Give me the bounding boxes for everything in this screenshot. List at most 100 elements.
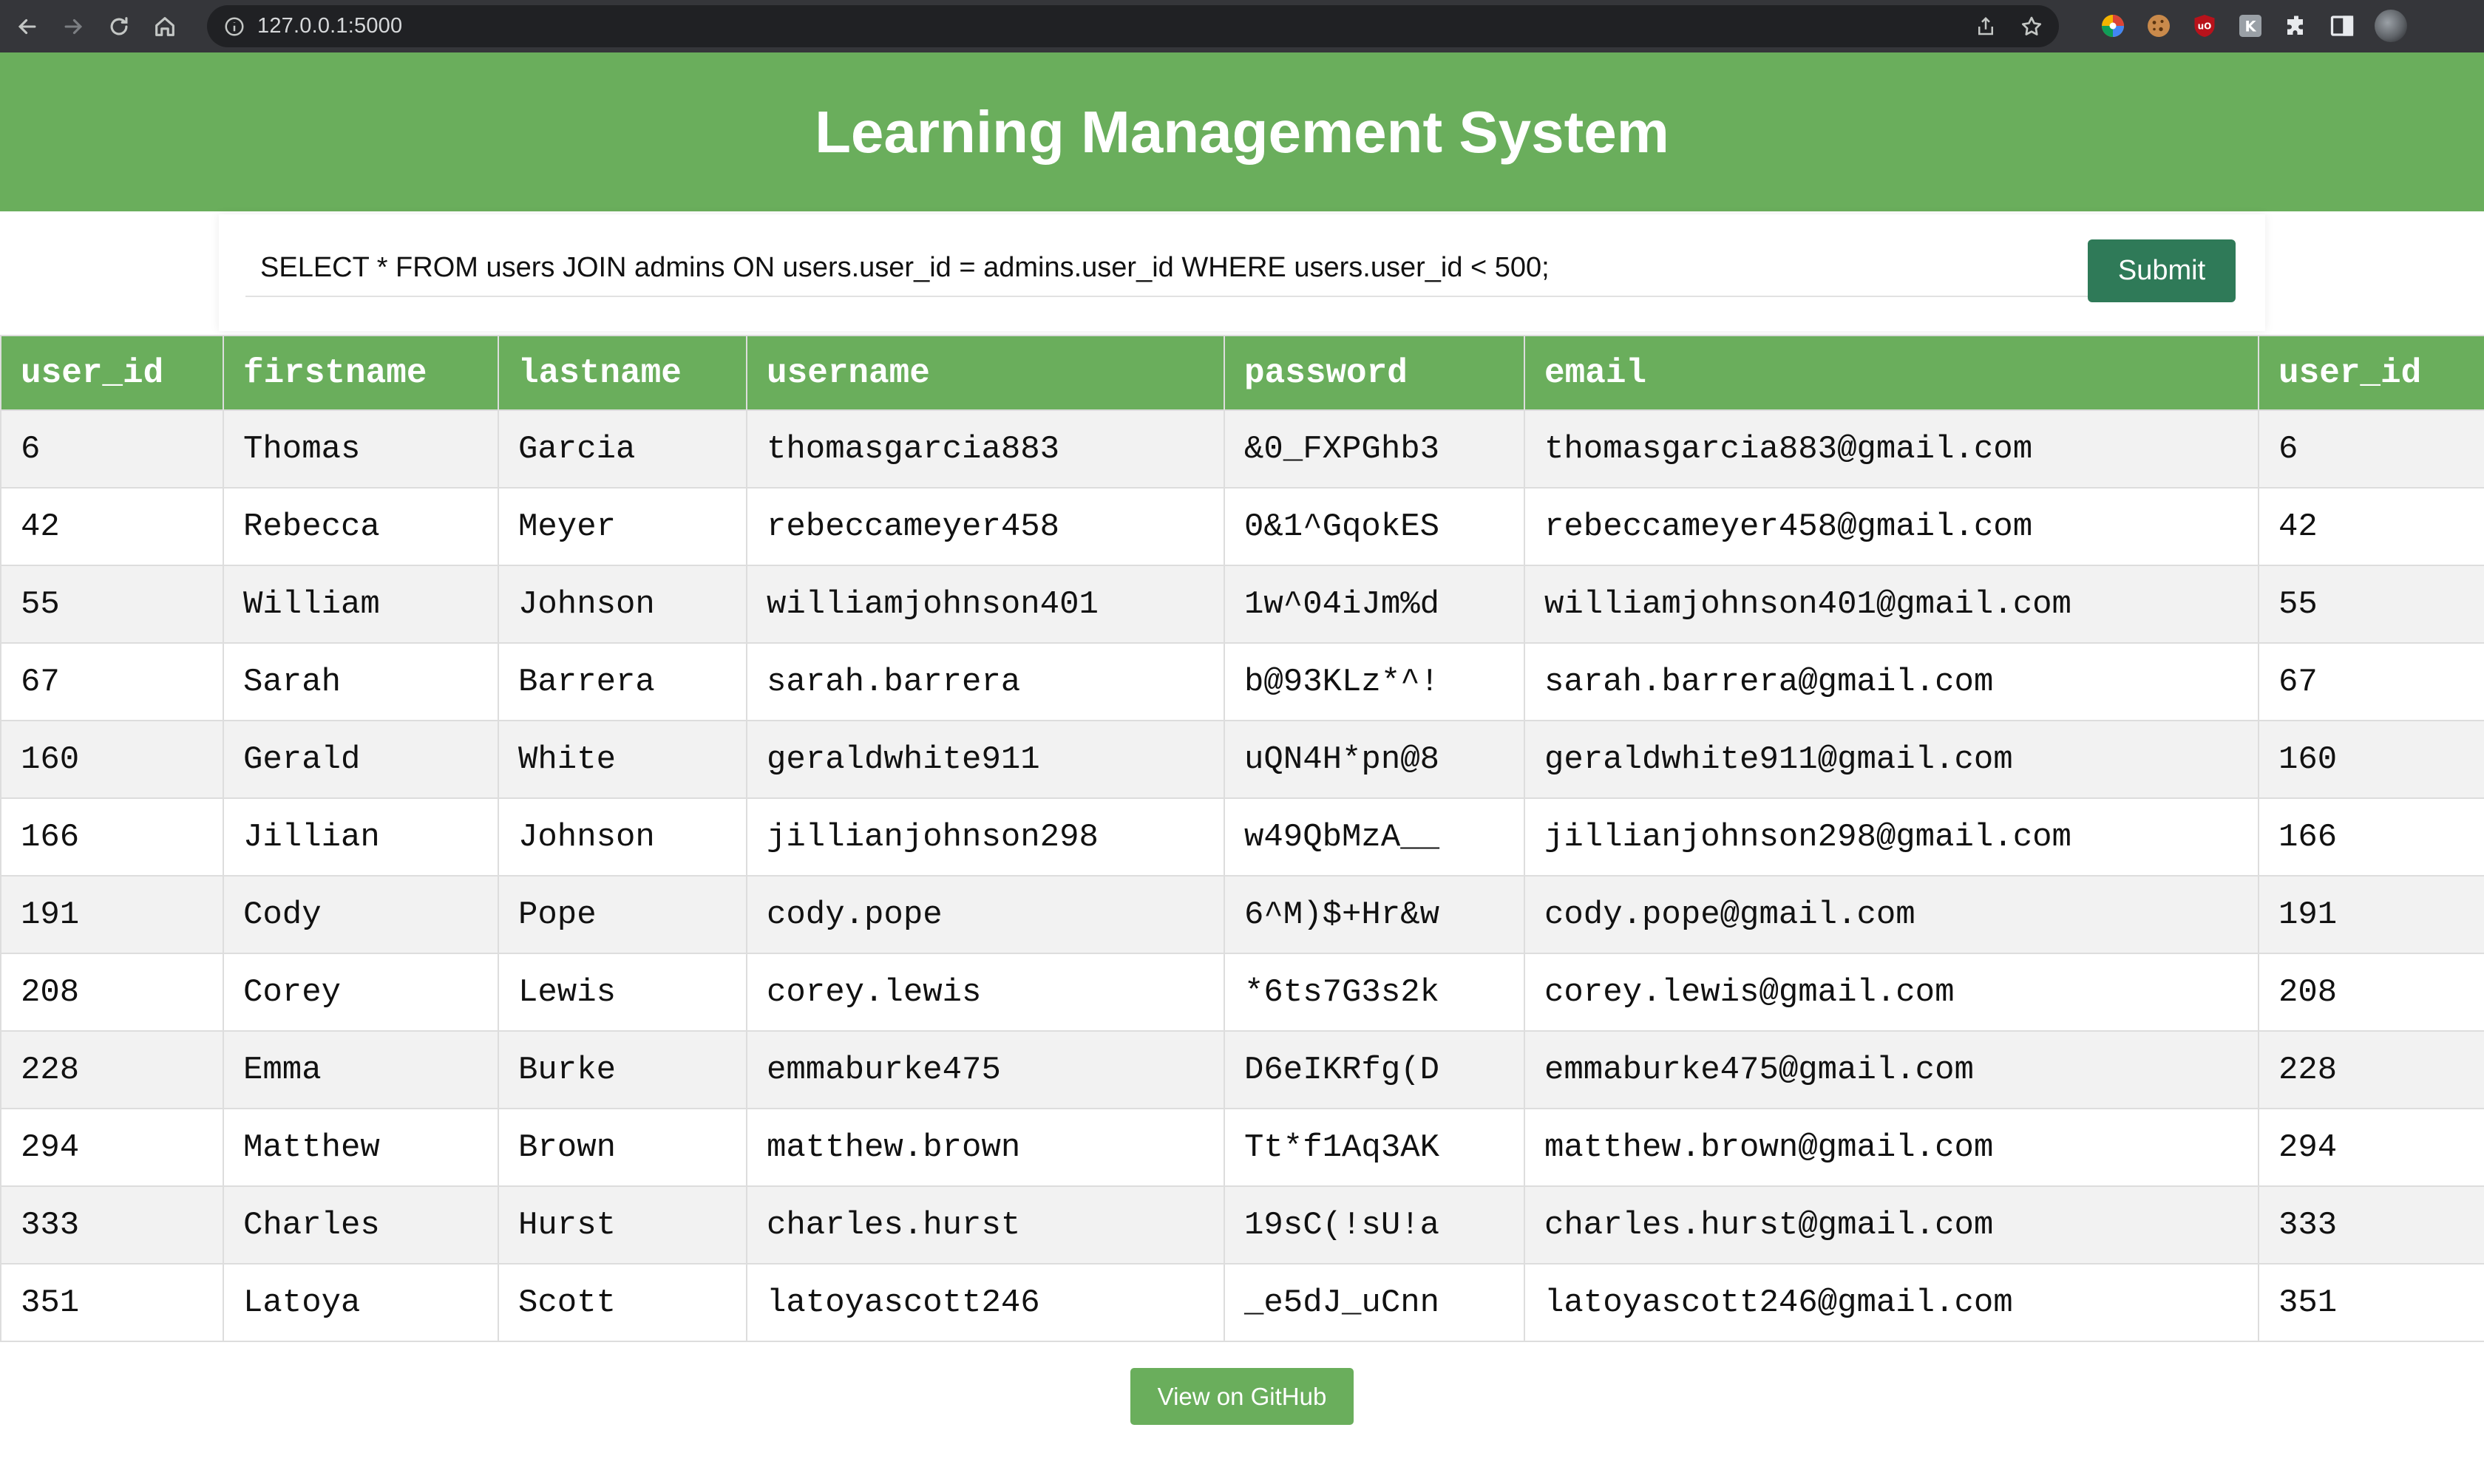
table-cell: 191	[0, 875, 224, 954]
view-on-github-button[interactable]: View on GitHub	[1130, 1368, 1354, 1425]
color-wheel-icon[interactable]	[2100, 13, 2126, 39]
table-cell: Meyer	[498, 487, 747, 566]
query-form: Submit	[219, 214, 2265, 331]
column-header: email	[1524, 335, 2259, 411]
address-bar[interactable]: 127.0.0.1:5000	[207, 5, 2059, 47]
forward-icon[interactable]	[55, 8, 92, 45]
table-cell: thomasgarcia883	[746, 409, 1225, 489]
column-header: password	[1224, 335, 1525, 411]
table-cell: Lewis	[498, 953, 747, 1032]
puzzle-icon[interactable]	[2283, 13, 2310, 39]
table-cell: Johnson	[498, 565, 747, 644]
table-cell: geraldwhite911@gmail.com	[1524, 720, 2259, 799]
table-cell: thomasgarcia883@gmail.com	[1524, 409, 2259, 489]
table-cell: latoyascott246	[746, 1263, 1225, 1342]
table-row: 208 Corey Lewis corey.lewis *6ts7G3s2k corey.…	[0, 953, 2484, 1032]
page-title: Learning Management System	[815, 98, 1669, 165]
table-cell: 333	[2258, 1185, 2484, 1265]
table-row: 166 Jillian Johnson jillianjohnson298 w49QbM…	[0, 797, 2484, 877]
table-cell: Latoya	[223, 1263, 499, 1342]
sql-query-input[interactable]	[245, 239, 2114, 297]
table-cell: 294	[0, 1108, 224, 1187]
sidebar-icon[interactable]	[2329, 13, 2355, 39]
table-row: 294 Matthew Brown matthew.brown Tt*f1Aq3AK ma…	[0, 1108, 2484, 1187]
svg-text:uO: uO	[2198, 21, 2212, 32]
table-cell: Emma	[223, 1030, 499, 1109]
table-cell: Burke	[498, 1030, 747, 1109]
bookmark-star-icon[interactable]	[2019, 14, 2044, 39]
table-row: 55 William Johnson williamjohnson401 1w^04iJ…	[0, 565, 2484, 644]
back-icon[interactable]	[9, 8, 46, 45]
table-cell: 67	[2258, 642, 2484, 721]
table-header-row: user_id firstname lastname username pass…	[0, 335, 2484, 411]
table-cell: latoyascott246@gmail.com	[1524, 1263, 2259, 1342]
table-cell: emmaburke475	[746, 1030, 1225, 1109]
table-cell: 0&1^GqokES	[1224, 487, 1525, 566]
table-cell: 160	[2258, 720, 2484, 799]
profile-avatar[interactable]	[2375, 10, 2407, 42]
submit-button[interactable]: Submit	[2088, 239, 2236, 302]
table-cell: Corey	[223, 953, 499, 1032]
table-cell: w49QbMzA__	[1224, 797, 1525, 877]
table-cell: Hurst	[498, 1185, 747, 1265]
table-cell: Charles	[223, 1185, 499, 1265]
table-cell: *6ts7G3s2k	[1224, 953, 1525, 1032]
table-cell: 6	[0, 409, 224, 489]
table-cell: 208	[2258, 953, 2484, 1032]
table-cell: charles.hurst@gmail.com	[1524, 1185, 2259, 1265]
site-info-icon[interactable]	[222, 14, 247, 39]
reload-icon[interactable]	[101, 8, 138, 45]
table-cell: emmaburke475@gmail.com	[1524, 1030, 2259, 1109]
k-extension-icon[interactable]: K	[2237, 13, 2264, 39]
browser-toolbar: 127.0.0.1:5000 uO K	[0, 0, 2484, 52]
table-cell: Garcia	[498, 409, 747, 489]
table-cell: williamjohnson401@gmail.com	[1524, 565, 2259, 644]
table-cell: 208	[0, 953, 224, 1032]
table-cell: jillianjohnson298	[746, 797, 1225, 877]
table-cell: 228	[0, 1030, 224, 1109]
table-cell: matthew.brown	[746, 1108, 1225, 1187]
column-header: firstname	[223, 335, 499, 411]
table-cell: Pope	[498, 875, 747, 954]
table-cell: Scott	[498, 1263, 747, 1342]
table-row: 6 Thomas Garcia thomasgarcia883 &0_FXPGhb3 th…	[0, 409, 2484, 489]
table-cell: b@93KLz*^!	[1224, 642, 1525, 721]
app-header: Learning Management System	[0, 52, 2484, 211]
table-cell: 55	[0, 565, 224, 644]
cookie-icon[interactable]	[2145, 13, 2172, 39]
url-text[interactable]: 127.0.0.1:5000	[257, 14, 402, 38]
table-cell: Matthew	[223, 1108, 499, 1187]
table-cell: rebeccameyer458	[746, 487, 1225, 566]
table-cell: Johnson	[498, 797, 747, 877]
results-table: user_id firstname lastname username pass…	[0, 335, 2484, 1342]
table-cell: uQN4H*pn@8	[1224, 720, 1525, 799]
table-cell: corey.lewis@gmail.com	[1524, 953, 2259, 1032]
table-row: 228 Emma Burke emmaburke475 D6eIKRfg(D emmabu…	[0, 1030, 2484, 1109]
table-cell: Tt*f1Aq3AK	[1224, 1108, 1525, 1187]
ublock-icon[interactable]: uO	[2191, 13, 2218, 39]
table-cell: charles.hurst	[746, 1185, 1225, 1265]
table-cell: rebeccameyer458@gmail.com	[1524, 487, 2259, 566]
table-cell: 294	[2258, 1108, 2484, 1187]
table-cell: sarah.barrera	[746, 642, 1225, 721]
table-cell: _e5dJ_uCnn	[1224, 1263, 1525, 1342]
table-cell: 166	[2258, 797, 2484, 877]
table-row: 67 Sarah Barrera sarah.barrera b@93KLz*^! sar…	[0, 642, 2484, 721]
table-cell: matthew.brown@gmail.com	[1524, 1108, 2259, 1187]
table-cell: Sarah	[223, 642, 499, 721]
share-icon[interactable]	[1973, 14, 1998, 39]
column-header: user_id	[0, 335, 224, 411]
table-cell: 1w^04iJm%d	[1224, 565, 1525, 644]
table-cell: cody.pope@gmail.com	[1524, 875, 2259, 954]
table-cell: 67	[0, 642, 224, 721]
table-cell: cody.pope	[746, 875, 1225, 954]
column-header: username	[746, 335, 1225, 411]
table-cell: Brown	[498, 1108, 747, 1187]
table-cell: Thomas	[223, 409, 499, 489]
table-cell: &0_FXPGhb3	[1224, 409, 1525, 489]
table-cell: williamjohnson401	[746, 565, 1225, 644]
home-icon[interactable]	[146, 8, 183, 45]
table-cell: 228	[2258, 1030, 2484, 1109]
table-cell: 333	[0, 1185, 224, 1265]
table-cell: jillianjohnson298@gmail.com	[1524, 797, 2259, 877]
